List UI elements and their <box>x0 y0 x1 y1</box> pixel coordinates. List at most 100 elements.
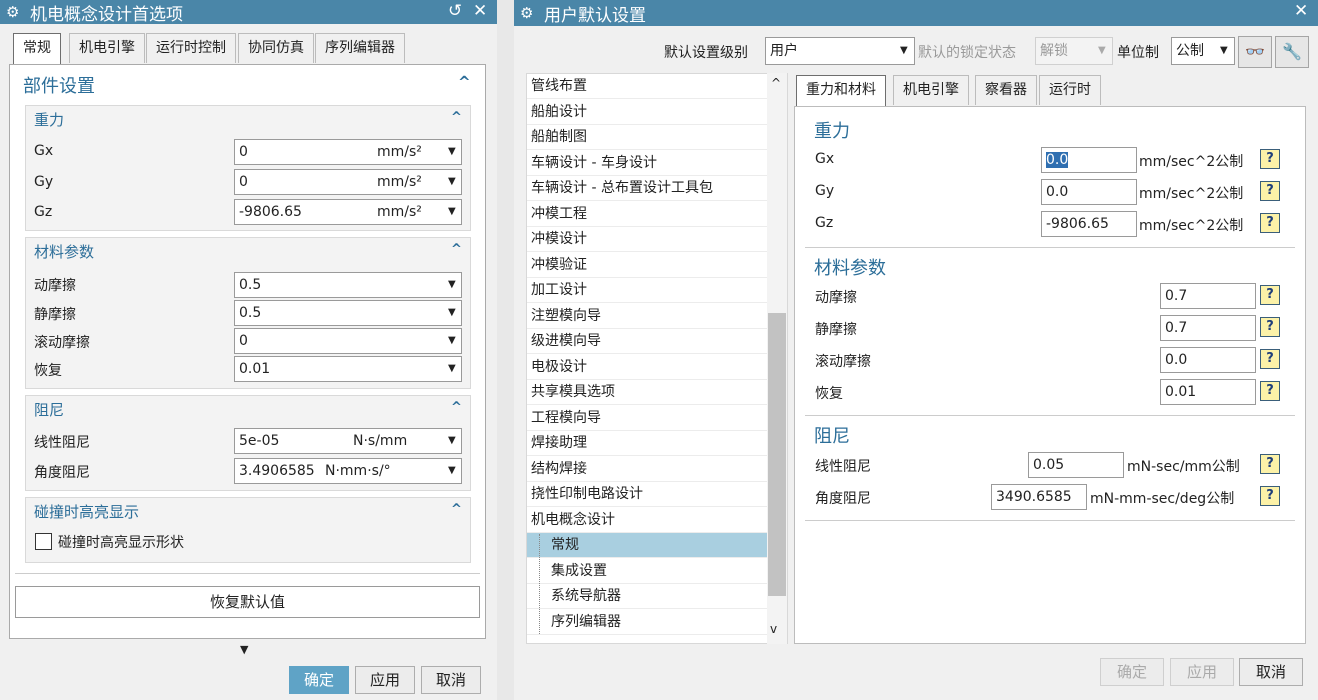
tab-sequence-editor[interactable]: 序列编辑器 <box>315 33 405 63</box>
cancel-button[interactable]: 取消 <box>1239 658 1303 686</box>
tab-mechatronics-engine[interactable]: 机电引擎 <box>69 33 145 63</box>
gx-input[interactable]: 0 mm/s² ▼ <box>234 139 462 165</box>
tree-item[interactable]: 冲模验证 <box>527 253 767 278</box>
tree-item[interactable]: 集成设置 <box>527 559 767 584</box>
chevron-up-icon[interactable]: ^ <box>451 110 462 125</box>
ok-button[interactable]: 确定 <box>1100 658 1164 686</box>
reset-icon[interactable]: ↺ <box>448 0 462 22</box>
chevron-up-icon[interactable]: ^ <box>451 242 462 257</box>
tree-item[interactable]: 船舶制图 <box>527 125 767 150</box>
apply-button[interactable]: 应用 <box>1170 658 1234 686</box>
dropdown-arrow-icon[interactable]: ▼ <box>1098 38 1106 64</box>
wand-tool-icon[interactable]: 🔧 <box>1275 36 1309 68</box>
static-friction-input[interactable]: 0.7 <box>1160 315 1256 341</box>
gy-input[interactable]: 0.0 <box>1041 179 1137 205</box>
tree-item[interactable]: 焊接助理 <box>527 431 767 456</box>
angular-damping-unit[interactable]: N·mm·s/° <box>325 459 391 483</box>
dropdown-arrow-icon[interactable]: ▼ <box>448 301 456 325</box>
tree-item-selected[interactable]: 常规 <box>527 533 767 558</box>
tree-item[interactable]: 共享模具选项 <box>527 380 767 405</box>
help-icon[interactable]: ? <box>1260 381 1280 401</box>
linear-damping-input[interactable]: 0.05 <box>1028 452 1124 478</box>
restore-defaults-button[interactable]: 恢复默认值 <box>15 586 480 618</box>
rolling-friction-select[interactable]: 0 ▼ <box>234 328 462 354</box>
tree-item[interactable]: 工程模向导 <box>527 406 767 431</box>
collision-highlight-checkbox[interactable] <box>35 533 52 550</box>
tree-item[interactable]: 级进模向导 <box>527 329 767 354</box>
linear-damping-unit[interactable]: N·s/mm <box>353 429 407 453</box>
tree-item[interactable]: 冲模设计 <box>527 227 767 252</box>
help-icon[interactable]: ? <box>1260 454 1280 474</box>
help-icon[interactable]: ? <box>1260 149 1280 169</box>
tree-item[interactable]: 电极设计 <box>527 355 767 380</box>
tree-item[interactable]: 机电概念设计 <box>527 508 767 533</box>
gx-unit[interactable]: mm/s² <box>377 140 422 164</box>
angular-damping-input[interactable]: 3490.6585 <box>991 484 1087 510</box>
rolling-friction-input[interactable]: 0.0 <box>1160 347 1256 373</box>
gy-unit[interactable]: mm/s² <box>377 170 422 194</box>
tree-scrollbar-thumb[interactable] <box>768 313 786 596</box>
tree-item[interactable]: 加工设计 <box>527 278 767 303</box>
dropdown-arrow-icon[interactable]: ▼ <box>448 429 456 453</box>
dropdown-arrow-icon[interactable]: ▼ <box>1220 38 1228 64</box>
cancel-button[interactable]: 取消 <box>421 666 481 694</box>
chevron-up-icon[interactable]: ^ <box>451 400 462 415</box>
chevron-up-icon[interactable]: ^ <box>451 502 462 517</box>
help-icon[interactable]: ? <box>1260 349 1280 369</box>
scroll-up-icon[interactable]: ^ <box>771 76 781 90</box>
help-icon[interactable]: ? <box>1260 285 1280 305</box>
dropdown-arrow-icon[interactable]: ▼ <box>900 38 908 64</box>
linear-damping-input[interactable]: 5e-05 N·s/mm ▼ <box>234 428 462 454</box>
tab-runtime-control[interactable]: 运行时控制 <box>146 33 236 63</box>
dynamic-friction-select[interactable]: 0.5 ▼ <box>234 272 462 298</box>
gz-input[interactable]: -9806.65 mm/s² ▼ <box>234 199 462 225</box>
help-icon[interactable]: ? <box>1260 486 1280 506</box>
tree-item[interactable]: 冲模工程 <box>527 202 767 227</box>
tree-item[interactable]: 系统导航器 <box>527 584 767 609</box>
dynamic-friction-input[interactable]: 0.7 <box>1160 283 1256 309</box>
find-binoculars-icon[interactable]: 👓 <box>1238 36 1272 68</box>
static-friction-select[interactable]: 0.5 ▼ <box>234 300 462 326</box>
tree-item[interactable]: 序列编辑器 <box>527 610 767 635</box>
ok-button[interactable]: 确定 <box>289 666 349 694</box>
restitution-input[interactable]: 0.01 <box>1160 379 1256 405</box>
gz-input[interactable]: -9806.65 <box>1041 211 1137 237</box>
tree-item[interactable]: 管线布置 <box>527 74 767 99</box>
dropdown-arrow-icon[interactable]: ▼ <box>448 200 456 224</box>
lock-state-select[interactable]: 解锁 ▼ <box>1035 37 1113 65</box>
tree-item[interactable]: 船舶设计 <box>527 100 767 125</box>
apply-button[interactable]: 应用 <box>355 666 415 694</box>
close-icon[interactable]: ✕ <box>1294 0 1308 22</box>
tree-item[interactable]: 结构焊接 <box>527 457 767 482</box>
help-icon[interactable]: ? <box>1260 317 1280 337</box>
tab-viewer[interactable]: 察看器 <box>975 75 1037 105</box>
tab-general[interactable]: 常规 <box>13 33 61 64</box>
dropdown-arrow-icon[interactable]: ▼ <box>448 329 456 353</box>
tab-co-simulation[interactable]: 协同仿真 <box>238 33 314 63</box>
dropdown-arrow-icon[interactable]: ▼ <box>448 357 456 381</box>
dropdown-arrow-icon[interactable]: ▼ <box>448 459 456 483</box>
tab-gravity-material[interactable]: 重力和材料 <box>796 75 886 106</box>
tree-item[interactable]: 挠性印制电路设计 <box>527 482 767 507</box>
tree-item[interactable]: 车辆设计 - 车身设计 <box>527 151 767 176</box>
default-level-select[interactable]: 用户 ▼ <box>765 37 915 65</box>
restitution-select[interactable]: 0.01 ▼ <box>234 356 462 382</box>
unit-system-select[interactable]: 公制 ▼ <box>1171 37 1235 65</box>
tab-runtime[interactable]: 运行时 <box>1039 75 1101 105</box>
dropdown-arrow-icon[interactable]: ▼ <box>448 140 456 164</box>
gx-input[interactable]: 0.0 <box>1041 147 1137 173</box>
dropdown-arrow-icon[interactable]: ▼ <box>448 170 456 194</box>
scroll-down-icon[interactable]: v <box>770 622 777 636</box>
tree-item[interactable]: 注塑模向导 <box>527 304 767 329</box>
close-icon[interactable]: ✕ <box>473 0 487 22</box>
gz-unit[interactable]: mm/s² <box>377 200 422 224</box>
tree-item[interactable]: 车辆设计 - 总布置设计工具包 <box>527 176 767 201</box>
help-icon[interactable]: ? <box>1260 181 1280 201</box>
angular-damping-input[interactable]: 3.4906585 N·mm·s/° ▼ <box>234 458 462 484</box>
expand-down-icon[interactable]: ▼ <box>240 643 248 656</box>
help-icon[interactable]: ? <box>1260 213 1280 233</box>
tab-mechatronics-engine[interactable]: 机电引擎 <box>893 75 969 105</box>
dropdown-arrow-icon[interactable]: ▼ <box>448 273 456 297</box>
chevron-up-icon[interactable]: ^ <box>458 73 471 91</box>
gy-input[interactable]: 0 mm/s² ▼ <box>234 169 462 195</box>
